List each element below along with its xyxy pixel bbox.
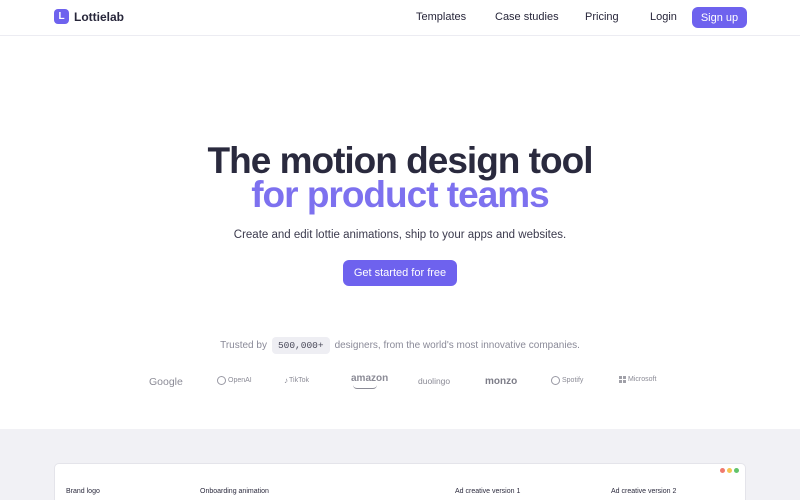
company-logos: Google OpenAI ♪ TikTok amazon duolingo m… (0, 373, 800, 391)
microsoft-wordmark: Microsoft (628, 376, 657, 383)
tiktok-wordmark: TikTok (289, 377, 309, 384)
openai-wordmark: OpenAI (228, 377, 252, 384)
hero-title-line-2: for product teams (251, 174, 550, 215)
spotify-wordmark: Spotify (562, 377, 584, 384)
brand-logo[interactable]: L Lottielab (54, 9, 124, 24)
monzo-logo: monzo (485, 376, 518, 387)
amazon-smile-icon (353, 385, 377, 389)
get-started-button[interactable]: Get started for free (343, 260, 457, 286)
preview-label-ad-v2: Ad creative version 2 (611, 488, 677, 495)
top-nav: L Lottielab Templates Case studies Prici… (0, 0, 800, 36)
nav-link-case-studies[interactable]: Case studies (495, 11, 559, 23)
trust-prefix: Trusted by (220, 340, 267, 351)
nav-link-templates[interactable]: Templates (416, 11, 466, 23)
spotify-logo: Spotify (551, 376, 583, 385)
preview-label-brand-logo: Brand logo (66, 488, 100, 495)
window-close-dot (720, 468, 725, 473)
openai-logo: OpenAI (217, 376, 252, 385)
signup-button[interactable]: Sign up (692, 7, 747, 28)
tiktok-icon: ♪ (284, 376, 288, 385)
trust-statement: Trusted by 500,000+ designers, from the … (0, 337, 800, 354)
user-count-badge: 500,000+ (271, 337, 330, 354)
microsoft-icon (619, 376, 626, 383)
preview-label-ad-v1: Ad creative version 1 (455, 488, 521, 495)
brand-name: Lottielab (74, 9, 124, 24)
duolingo-logo: duolingo (418, 376, 451, 386)
nav-link-pricing[interactable]: Pricing (585, 11, 619, 23)
amazon-logo: amazon (351, 373, 389, 389)
lottielab-logo-icon: L (54, 9, 69, 24)
window-maximize-dot (734, 468, 739, 473)
openai-icon (217, 376, 226, 385)
window-minimize-dot (727, 468, 732, 473)
microsoft-logo: Microsoft (619, 376, 656, 383)
google-logo: Google (149, 376, 183, 388)
spotify-icon (551, 376, 560, 385)
hero-subtitle: Create and edit lottie animations, ship … (233, 229, 567, 241)
nav-link-login[interactable]: Login (650, 11, 677, 23)
amazon-wordmark: amazon (351, 373, 389, 384)
preview-label-onboarding: Onboarding animation (200, 488, 269, 495)
trust-suffix: designers, from the world's most innovat… (334, 340, 580, 351)
editor-preview-window: Brand logo Onboarding animation Ad creat… (54, 463, 746, 500)
tiktok-logo: ♪ TikTok (284, 376, 309, 385)
